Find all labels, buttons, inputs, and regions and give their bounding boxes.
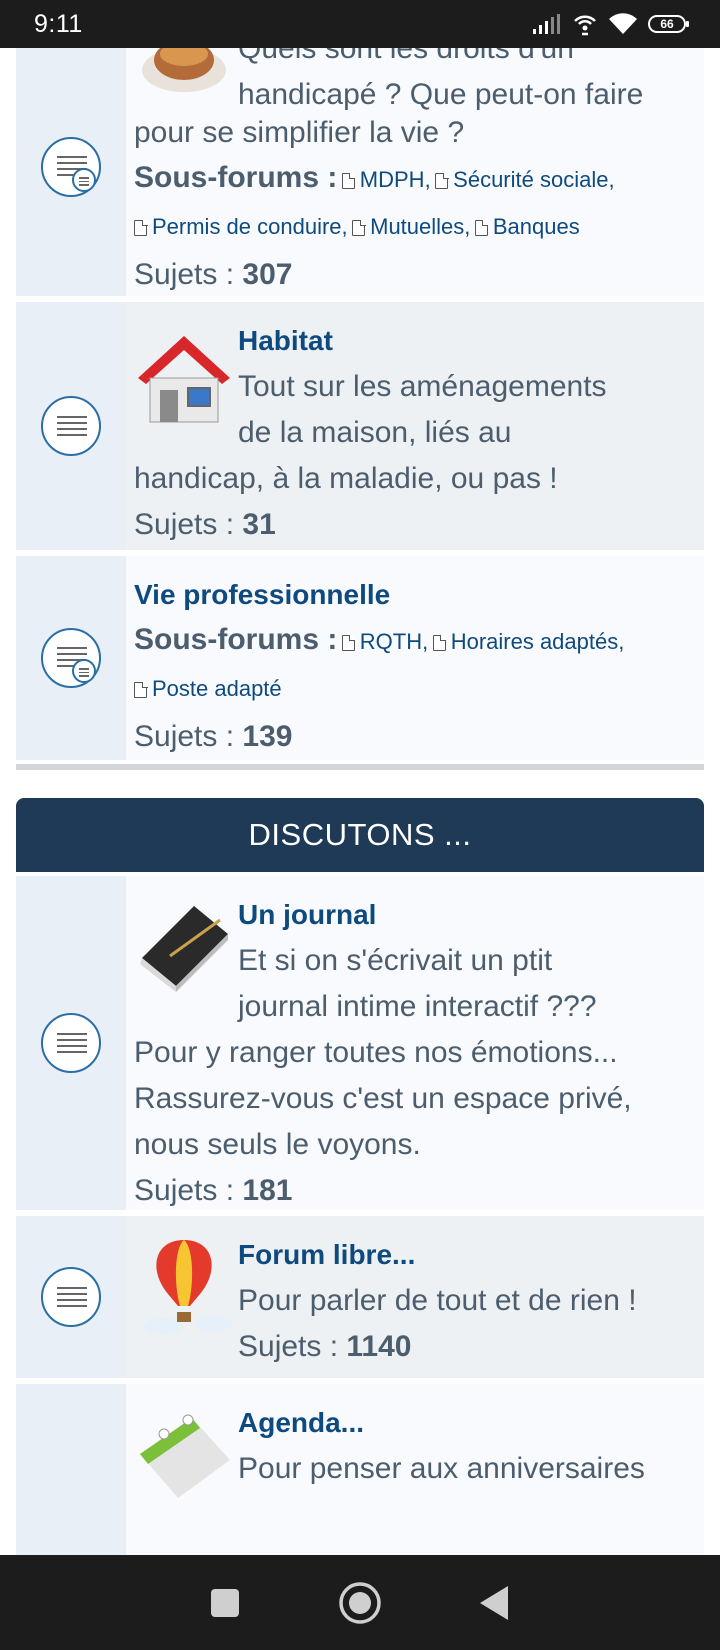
forum-row-forum-libre[interactable]: Forum libre... Pour parler de tout et de… — [16, 1216, 704, 1378]
forum-title-link[interactable]: Un journal — [238, 892, 698, 938]
subforum-link-securite-sociale[interactable]: Sécurité sociale, — [435, 167, 615, 192]
hotspot-icon — [574, 15, 596, 36]
forum-description-line: nous seuls le voyons. — [134, 1128, 421, 1161]
document-icon — [134, 219, 148, 236]
forum-description-line: handicap, à la maladie, ou pas ! — [134, 462, 558, 495]
subforums-label: Sous-forums : — [134, 161, 338, 194]
document-icon — [474, 219, 489, 236]
signal-icon — [533, 14, 560, 34]
forum-topics-count: Sujets : 181 — [134, 1174, 293, 1207]
forum-subforums-icon[interactable] — [41, 628, 101, 688]
forum-topics-count: Sujets : 307 — [134, 258, 293, 291]
forum-description-line: Quels sont les droits d'un — [238, 48, 574, 65]
forum-title-link[interactable]: Forum libre... — [238, 1232, 698, 1278]
forum-description-line: Pour y ranger toutes nos émotions... — [134, 1036, 618, 1069]
document-icon — [432, 634, 447, 651]
forum-row-droits[interactable]: Quels sont les droits d'un handicapé ? Q… — [16, 48, 704, 296]
forum-topics-count: Sujets : 31 — [134, 508, 276, 541]
system-nav-bar — [0, 1555, 720, 1650]
subforum-link-rqth[interactable]: RQTH, — [341, 629, 428, 654]
forum-subforums-icon[interactable] — [41, 137, 101, 197]
forum-description-line: Pour parler de tout et de rien ! — [238, 1284, 637, 1317]
status-icons: 66 — [532, 12, 689, 36]
balloon-icon — [144, 1240, 232, 1334]
subforums-label: Sous-forums : — [134, 623, 338, 656]
wifi-icon — [609, 13, 637, 35]
forum-title-link[interactable]: Vie professionnelle — [134, 572, 704, 618]
status-time: 9:11 — [34, 9, 83, 38]
forum-description-line: journal intime interactif ??? — [238, 990, 597, 1023]
category-header[interactable]: DISCUTONS ... — [16, 798, 704, 872]
recents-button-icon[interactable] — [208, 1586, 242, 1620]
document-icon — [341, 634, 356, 651]
forum-read-icon[interactable] — [41, 1013, 101, 1073]
notebook-icon — [140, 906, 228, 992]
status-bar: 9:11 66 — [0, 0, 720, 48]
forum-row-un-journal[interactable]: Un journal Et si on s'écrivait un ptit j… — [16, 876, 704, 1210]
home-button-icon[interactable] — [338, 1581, 382, 1625]
forum-list[interactable]: Quels sont les droits d'un handicapé ? Q… — [0, 48, 720, 1555]
forum-topics-count: Sujets : 139 — [134, 720, 293, 753]
forum-read-icon[interactable] — [41, 1267, 101, 1327]
forum-row-agenda[interactable]: Agenda... Pour penser aux anniversaires — [16, 1384, 704, 1555]
calendar-icon — [140, 1414, 230, 1498]
document-icon — [352, 219, 366, 236]
forum-read-icon[interactable] — [41, 396, 101, 456]
subforum-link-permis[interactable]: Permis de conduire, — [134, 214, 348, 239]
forum-row-vie-professionnelle[interactable]: Vie professionnelle Sous-forums : RQTH, … — [16, 556, 704, 760]
document-icon — [134, 681, 148, 698]
subforum-link-poste[interactable]: Poste adapté — [134, 676, 282, 701]
battery-icon: 66 — [648, 15, 689, 33]
subforum-link-mutuelles[interactable]: Mutuelles, — [352, 214, 470, 239]
forum-title-link[interactable]: Habitat — [238, 318, 698, 364]
forum-topics-count: Sujets : 1140 — [238, 1330, 412, 1363]
forum-description-line: pour se simplifier la vie ? — [134, 116, 465, 149]
forum-description-line: Rassurez-vous c'est un espace privé, — [134, 1082, 632, 1115]
subforum-link-horaires[interactable]: Horaires adaptés, — [432, 629, 624, 654]
forum-description-line: de la maison, liés au — [238, 416, 512, 449]
forum-description-line: Pour penser aux anniversaires — [238, 1452, 645, 1485]
document-icon — [435, 172, 449, 189]
category-footer-divider — [16, 764, 704, 770]
forum-row-habitat[interactable]: Habitat Tout sur les aménagements de la … — [16, 302, 704, 550]
house-icon — [138, 336, 230, 423]
forum-description-line: Et si on s'écrivait un ptit — [238, 944, 553, 977]
subforum-link-mdph[interactable]: MDPH, — [341, 167, 431, 192]
back-button-icon[interactable] — [478, 1584, 512, 1622]
forum-description-line: Tout sur les aménagements — [238, 370, 607, 403]
category-title: DISCUTONS ... — [248, 817, 472, 852]
forum-title-link[interactable]: Agenda... — [238, 1400, 698, 1446]
money-bag-icon — [142, 48, 226, 92]
document-icon — [341, 172, 356, 189]
subforum-link-banques[interactable]: Banques — [474, 214, 580, 239]
